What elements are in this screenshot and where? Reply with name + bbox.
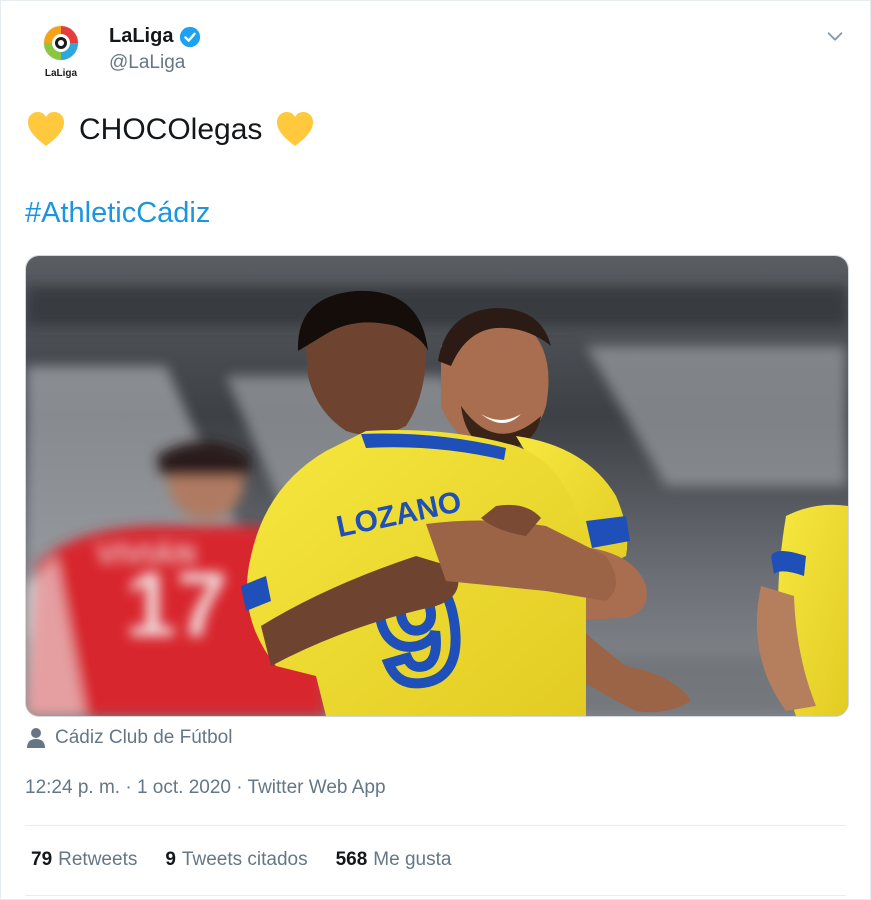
chevron-down-icon[interactable] xyxy=(824,25,846,47)
tagged-account-name: Cádiz Club de Fútbol xyxy=(55,727,233,748)
likes-count: 568 xyxy=(335,849,368,870)
likes-stat[interactable]: 568 Me gusta xyxy=(336,849,452,871)
tagged-account[interactable]: Cádiz Club de Fútbol xyxy=(27,727,232,749)
quotes-count: 9 xyxy=(165,849,176,870)
hashtag-link[interactable]: #AthleticCádiz xyxy=(25,197,210,230)
tweet-stats: 79 Retweets 9 Tweets citados 568 Me gust… xyxy=(31,849,451,871)
players-hug-photo: 17 VIVIÁN LOZANO 9 xyxy=(26,256,848,716)
tweet-date[interactable]: 1 oct. 2020 xyxy=(137,777,231,798)
quote-tweets-stat[interactable]: 9 Tweets citados xyxy=(165,849,307,871)
retweets-stat[interactable]: 79 Retweets xyxy=(31,849,137,871)
yellow-heart-icon xyxy=(277,112,314,146)
person-icon xyxy=(27,728,45,748)
opponent-name: VIVIÁN xyxy=(96,537,196,571)
tweet-time[interactable]: 12:24 p. m. xyxy=(25,777,120,798)
tweet-photo[interactable]: 17 VIVIÁN LOZANO 9 xyxy=(25,255,849,717)
author-name-row: LaLiga xyxy=(109,25,201,48)
divider xyxy=(25,895,846,896)
yellow-heart-icon xyxy=(28,112,64,146)
likes-label: Me gusta xyxy=(373,849,452,870)
author-name[interactable]: LaLiga xyxy=(109,25,173,48)
tweet-author: LaLiga @LaLiga xyxy=(109,25,201,74)
verified-badge-icon xyxy=(180,26,201,47)
tweet-text: CHOCOlegas xyxy=(25,109,316,151)
quotes-label: Tweets citados xyxy=(181,849,308,870)
meta-separator: · xyxy=(230,777,248,798)
laliga-logo-avatar[interactable]: LaLiga xyxy=(33,21,89,81)
author-handle[interactable]: @LaLiga xyxy=(109,52,201,74)
tweet-source[interactable]: Twitter Web App xyxy=(248,777,386,798)
tweet-text-body: CHOCOlegas xyxy=(79,113,263,146)
tweet-card: LaLiga LaLiga @LaLiga CHOCOlegas #Athlet… xyxy=(0,0,871,900)
tweet-metadata: 12:24 p. m. · 1 oct. 2020 · Twitter Web … xyxy=(25,777,386,799)
retweets-count: 79 xyxy=(31,849,53,870)
logo-text: LaLiga xyxy=(45,68,78,79)
divider xyxy=(25,825,846,826)
laliga-logo-icon: LaLiga xyxy=(43,25,79,79)
meta-separator: · xyxy=(120,777,137,798)
retweets-label: Retweets xyxy=(58,849,138,870)
